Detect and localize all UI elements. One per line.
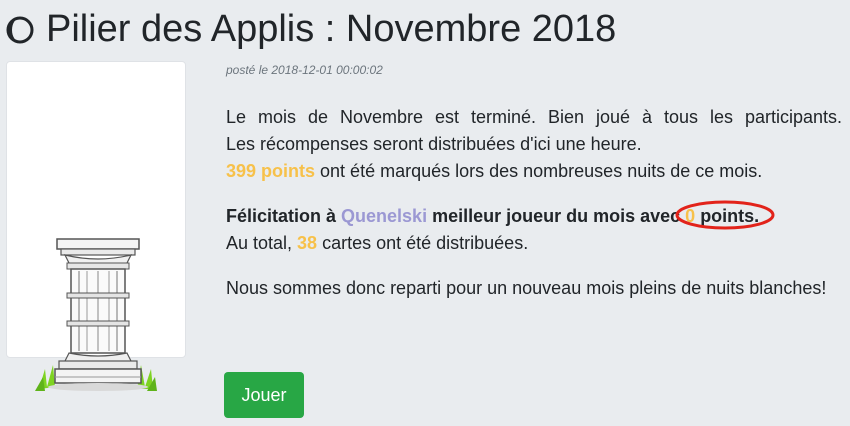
pillar-icon (35, 238, 157, 391)
paragraph-summary: Le mois de Novembre est terminé. Bien jo… (226, 104, 842, 185)
half-moon-icon (6, 16, 34, 44)
play-button[interactable]: Jouer (224, 372, 304, 418)
post-date: 2018-12-01 00:00:02 (271, 63, 383, 77)
page-title-text: Pilier des Applis : Novembre 2018 (46, 7, 617, 50)
post-meta: posté le 2018-12-01 00:00:02 (226, 63, 383, 77)
total-suffix: cartes ont été distribuées. (317, 233, 529, 253)
page: Pilier des Applis : Novembre 2018 posté … (0, 0, 850, 426)
post-content: Le mois de Novembre est terminé. Bien jo… (226, 104, 842, 320)
cards-count: 38 (297, 233, 318, 253)
post-prefix: posté le (226, 63, 269, 77)
summary-line-3: 399 points ont été marqués lors des nomb… (226, 158, 842, 185)
player-points-annotation: 0 points. (675, 200, 775, 230)
paragraph-closing: Nous sommes donc reparti pour un nouveau… (226, 278, 827, 298)
cards-line: Au total, 38 cartes ont été distribuées. (226, 230, 842, 257)
winner-line: Félicitation à Quenelski meilleur joueur… (226, 200, 842, 230)
pillar-image-card (6, 61, 186, 391)
summary-line-2: Les récompenses seront distribuées d'ici… (226, 134, 642, 154)
best-player-text: meilleur joueur du mois avec (427, 206, 686, 226)
total-points-value: 399 points (226, 161, 316, 181)
summary-line-3-text: ont été marqués lors des nombreuses nuit… (315, 161, 763, 181)
total-prefix: Au total, (226, 233, 298, 253)
best-player-name[interactable]: Quenelski (341, 206, 427, 226)
page-title: Pilier des Applis : Novembre 2018 (6, 4, 616, 54)
paragraph-winner: Félicitation à Quenelski meilleur joueur… (226, 200, 842, 257)
congrats-text: Félicitation à (226, 206, 342, 226)
summary-line-1: Le mois de Novembre est terminé. Bien jo… (226, 107, 842, 127)
red-circle-annotation (675, 200, 775, 230)
